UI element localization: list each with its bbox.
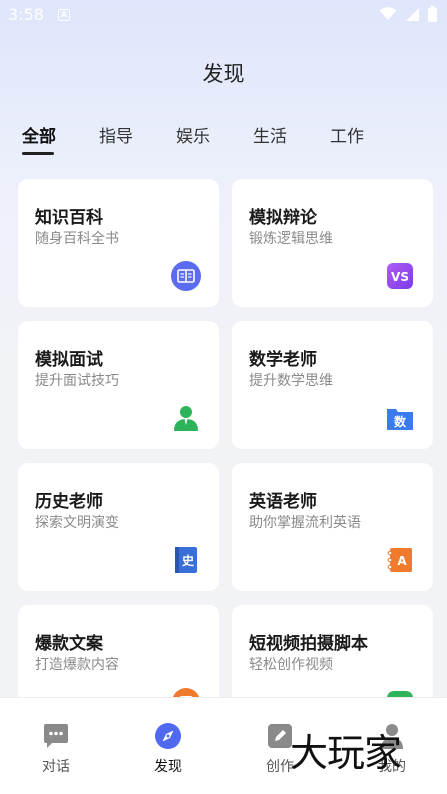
card-mock-debate[interactable]: 模拟辩论 锻炼逻辑思维 VS xyxy=(232,179,433,307)
status-bar: 3:58 A xyxy=(0,0,447,30)
card-subtitle: 助你掌握流利英语 xyxy=(249,515,361,531)
tab-all[interactable]: 全部 xyxy=(22,122,99,158)
math-icon-label: 数 xyxy=(394,414,407,429)
card-title: 短视频拍摄脚本 xyxy=(249,634,368,654)
card-title: 模拟辩论 xyxy=(249,208,317,228)
card-subtitle: 探索文明演变 xyxy=(35,515,119,531)
tab-label: 指导 xyxy=(99,127,133,147)
tab-entertainment[interactable]: 娱乐 xyxy=(176,122,253,158)
notification-icon: A xyxy=(58,9,70,21)
card-title: 模拟面试 xyxy=(35,350,103,370)
history-icon-label: 史 xyxy=(182,553,195,568)
card-subtitle: 随身百科全书 xyxy=(35,231,119,247)
nav-label: 对话 xyxy=(42,759,70,775)
signal-icon xyxy=(406,7,419,21)
math-folder-icon: 数 xyxy=(387,409,413,430)
card-title: 历史老师 xyxy=(35,492,103,512)
english-notebook-icon: A xyxy=(387,548,412,572)
card-title: 爆款文案 xyxy=(35,634,103,654)
card-math-teacher[interactable]: 数学老师 提升数学思维 数 xyxy=(232,321,433,449)
battery-icon xyxy=(428,6,437,22)
card-title: 英语老师 xyxy=(249,492,317,512)
nav-discover[interactable]: 发现 xyxy=(138,722,198,776)
tab-label: 全部 xyxy=(22,127,56,147)
tab-label: 生活 xyxy=(253,127,287,147)
chat-icon xyxy=(44,724,68,748)
tab-work[interactable]: 工作 xyxy=(330,122,407,158)
tab-life[interactable]: 生活 xyxy=(253,122,330,158)
tab-active-indicator xyxy=(22,152,54,155)
nav-chat[interactable]: 对话 xyxy=(26,722,86,776)
category-tabs: 全部 指导 娱乐 生活 工作 xyxy=(22,122,407,158)
card-knowledge-encyclopedia[interactable]: 知识百科 随身百科全书 xyxy=(18,179,219,307)
page-title: 发现 xyxy=(202,62,245,86)
card-subtitle: 提升数学思维 xyxy=(249,373,333,389)
tab-label: 工作 xyxy=(330,127,364,147)
english-icon-label: A xyxy=(397,554,407,568)
book-icon xyxy=(171,261,201,291)
card-title: 数学老师 xyxy=(249,350,317,370)
compass-icon xyxy=(155,723,181,749)
card-subtitle: 打造爆款内容 xyxy=(35,657,119,673)
person-icon xyxy=(174,406,198,431)
watermark-logo: 大玩家 xyxy=(290,731,402,775)
tab-label: 娱乐 xyxy=(176,127,210,147)
nav-label: 发现 xyxy=(154,759,182,775)
card-title: 知识百科 xyxy=(35,208,103,228)
wifi-icon xyxy=(379,7,397,20)
status-icons xyxy=(379,6,437,22)
status-time: 3:58 xyxy=(8,5,44,24)
card-subtitle: 提升面试技巧 xyxy=(35,373,119,389)
history-book-icon: 史 xyxy=(175,547,197,573)
card-subtitle: 轻松创作视频 xyxy=(249,657,333,673)
card-history-teacher[interactable]: 历史老师 探索文明演变 史 xyxy=(18,463,219,591)
card-subtitle: 锻炼逻辑思维 xyxy=(249,231,333,247)
vs-icon: VS xyxy=(387,263,413,289)
card-mock-interview[interactable]: 模拟面试 提升面试技巧 xyxy=(18,321,219,449)
tab-guidance[interactable]: 指导 xyxy=(99,122,176,158)
card-english-teacher[interactable]: 英语老师 助你掌握流利英语 A xyxy=(232,463,433,591)
vs-icon-label: VS xyxy=(391,270,409,284)
